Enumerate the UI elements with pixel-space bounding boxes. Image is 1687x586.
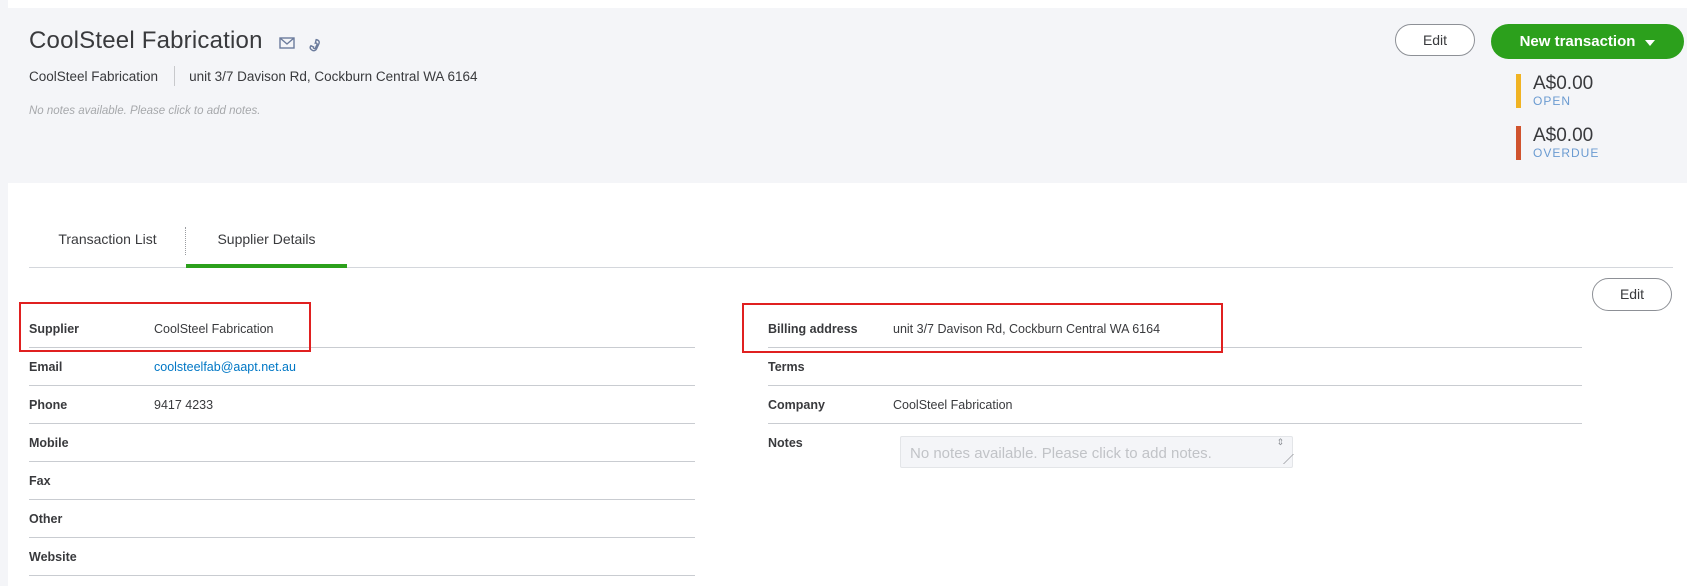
open-amount: A$0.00 bbox=[1533, 73, 1594, 94]
open-label: OPEN bbox=[1533, 94, 1572, 108]
detail-label: Other bbox=[29, 512, 63, 526]
new-transaction-button[interactable]: New transaction bbox=[1491, 24, 1684, 59]
header-notes-hint[interactable]: No notes available. Please click to add … bbox=[29, 105, 260, 117]
supplier-header: CoolSteel Fabrication CoolSteel Fabricat… bbox=[8, 8, 1687, 183]
open-bar bbox=[1516, 74, 1521, 108]
detail-row-mobile: Mobile bbox=[29, 424, 695, 462]
caret-down-icon bbox=[1645, 39, 1656, 46]
tab-supplier-details[interactable]: Supplier Details bbox=[186, 222, 347, 268]
page-title: CoolSteel Fabrication bbox=[29, 27, 263, 54]
supplier-highlight-box bbox=[19, 302, 311, 352]
mail-icon[interactable] bbox=[279, 36, 295, 59]
detail-tabs: Transaction List Supplier Details bbox=[29, 222, 1673, 268]
detail-label: Company bbox=[768, 398, 825, 412]
detail-label: Terms bbox=[768, 360, 805, 374]
header-divider bbox=[174, 66, 176, 86]
new-transaction-label: New transaction bbox=[1519, 33, 1636, 50]
resize-handle-icon[interactable] bbox=[1274, 454, 1294, 464]
detail-row-email: Email coolsteelfab@aapt.net.au bbox=[29, 348, 695, 386]
detail-label: Mobile bbox=[29, 436, 69, 450]
detail-value: 9417 4233 bbox=[154, 398, 214, 412]
detail-row-fax: Fax bbox=[29, 462, 695, 500]
header-subline: CoolSteel Fabrication unit 3/7 Davison R… bbox=[29, 66, 477, 86]
detail-label: Website bbox=[29, 550, 77, 564]
header-address: unit 3/7 Davison Rd, Cockburn Central WA… bbox=[189, 68, 478, 84]
detail-row-terms: Terms bbox=[768, 348, 1582, 386]
header-company-name: CoolSteel Fabrication bbox=[29, 68, 159, 84]
overdue-balance: A$0.00 OVERDUE bbox=[1516, 126, 1599, 160]
details-edit-button[interactable]: Edit bbox=[1592, 278, 1672, 311]
detail-label: Fax bbox=[29, 474, 51, 488]
overdue-label: OVERDUE bbox=[1533, 146, 1600, 160]
detail-label: Email bbox=[29, 360, 63, 374]
overdue-bar bbox=[1516, 126, 1521, 160]
detail-value: CoolSteel Fabrication bbox=[893, 398, 1013, 412]
detail-label: Phone bbox=[29, 398, 68, 412]
overdue-amount: A$0.00 bbox=[1533, 125, 1594, 146]
detail-row-other: Other bbox=[29, 500, 695, 538]
detail-label: Notes bbox=[768, 436, 803, 450]
phone-icon[interactable] bbox=[307, 36, 325, 59]
notes-textarea[interactable]: No notes available. Please click to add … bbox=[900, 436, 1294, 468]
email-link[interactable]: coolsteelfab@aapt.net.au bbox=[154, 360, 296, 374]
header-edit-button[interactable]: Edit bbox=[1395, 24, 1475, 56]
open-balance: A$0.00 OPEN bbox=[1516, 74, 1593, 108]
contact-icons bbox=[279, 36, 325, 59]
billing-address-highlight-box bbox=[742, 303, 1223, 353]
detail-row-website: Website bbox=[29, 538, 695, 576]
detail-row-company: Company CoolSteel Fabrication bbox=[768, 386, 1582, 424]
page-left-edge bbox=[0, 0, 8, 586]
resize-arrow-icon: ⇕ bbox=[1276, 437, 1284, 447]
notes-placeholder: No notes available. Please click to add … bbox=[910, 445, 1212, 462]
detail-row-phone: Phone 9417 4233 bbox=[29, 386, 695, 424]
tab-transaction-list[interactable]: Transaction List bbox=[29, 222, 186, 268]
